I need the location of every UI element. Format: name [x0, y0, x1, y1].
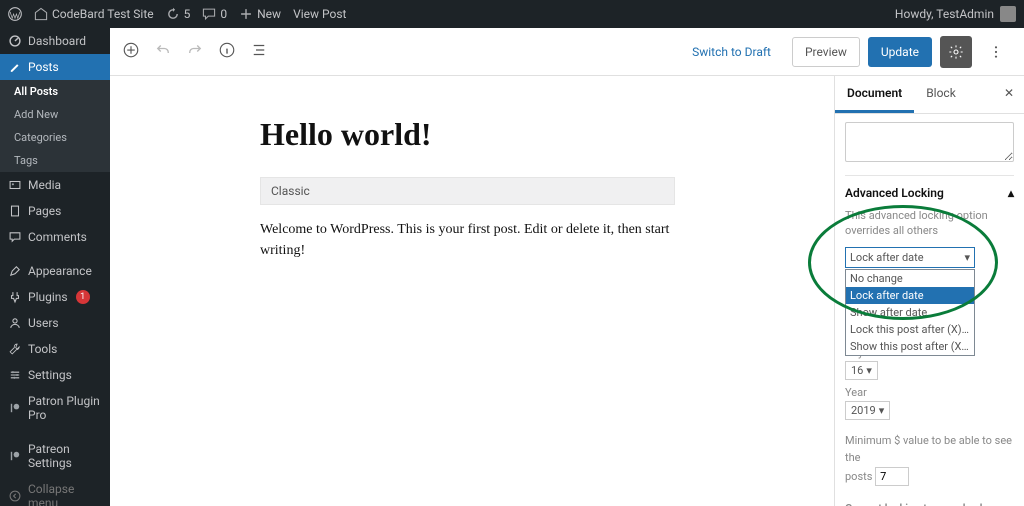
- document-panel: Document Block ✕ Advanced Locking▴ This …: [834, 76, 1024, 506]
- panel-textarea[interactable]: [845, 122, 1014, 162]
- post-body[interactable]: Welcome to WordPress. This is your first…: [260, 219, 680, 261]
- admin-sidebar: Dashboard Posts All Posts Add New Catego…: [0, 28, 110, 506]
- nav-appearance[interactable]: Appearance: [0, 258, 110, 284]
- nav-posts[interactable]: Posts: [0, 54, 110, 80]
- option-lock-after-x-days[interactable]: Lock this post after (X) days: [846, 321, 974, 338]
- nav-tools[interactable]: Tools: [0, 336, 110, 362]
- updates-link[interactable]: 5: [166, 7, 191, 21]
- editor-toolbar: Switch to Draft Preview Update: [110, 28, 1024, 76]
- outline-button[interactable]: [250, 41, 268, 63]
- nav-all-posts[interactable]: All Posts: [0, 80, 110, 103]
- locking-select[interactable]: Lock after date▾: [845, 247, 975, 268]
- tab-document[interactable]: Document: [835, 76, 914, 113]
- nav-pages[interactable]: Pages: [0, 198, 110, 224]
- current-locking-header: Current locking type and value: [845, 502, 1014, 506]
- info-button[interactable]: [218, 41, 236, 63]
- undo-button[interactable]: [154, 41, 172, 63]
- nav-patreon-settings[interactable]: Patreon Settings: [0, 436, 110, 476]
- chevron-up-icon: ▴: [1008, 186, 1014, 200]
- switch-draft-button[interactable]: Switch to Draft: [679, 37, 784, 67]
- tab-block[interactable]: Block: [914, 76, 968, 113]
- min-value-label: Minimum $ value to be able to see the: [845, 434, 1012, 465]
- new-content-link[interactable]: New: [239, 7, 281, 21]
- post-editor[interactable]: Hello world! Classic Welcome to WordPres…: [110, 76, 834, 506]
- nav-posts-submenu: All Posts Add New Categories Tags: [0, 80, 110, 172]
- advanced-locking-desc: This advanced locking option overrides a…: [845, 208, 1014, 239]
- advanced-locking-header[interactable]: Advanced Locking▴: [845, 175, 1014, 208]
- avatar[interactable]: [1000, 6, 1016, 22]
- nav-plugins[interactable]: Plugins1: [0, 284, 110, 310]
- more-options-button[interactable]: [980, 36, 1012, 68]
- admin-bar: CodeBard Test Site 5 0 New View Post How…: [0, 0, 1024, 28]
- add-block-button[interactable]: [122, 41, 140, 63]
- collapse-menu[interactable]: Collapse menu: [0, 476, 110, 506]
- nav-settings[interactable]: Settings: [0, 362, 110, 388]
- account-greeting[interactable]: Howdy, TestAdmin: [895, 7, 994, 21]
- nav-comments[interactable]: Comments: [0, 224, 110, 250]
- editor-main: Switch to Draft Preview Update Hello wor…: [110, 28, 1024, 506]
- nav-dashboard[interactable]: Dashboard: [0, 28, 110, 54]
- plugins-badge: 1: [76, 290, 90, 304]
- post-title[interactable]: Hello world!: [260, 116, 814, 153]
- option-show-after-x-days[interactable]: Show this post after (X) days: [846, 338, 974, 355]
- option-show-after-date[interactable]: Show after date: [846, 304, 974, 321]
- update-button[interactable]: Update: [868, 37, 932, 67]
- nav-tags[interactable]: Tags: [0, 149, 110, 172]
- nav-patron-plugin[interactable]: Patron Plugin Pro: [0, 388, 110, 428]
- min-value-input[interactable]: [875, 467, 909, 486]
- classic-block-label[interactable]: Classic: [260, 177, 675, 205]
- site-name-link[interactable]: CodeBard Test Site: [34, 7, 154, 21]
- nav-categories[interactable]: Categories: [0, 126, 110, 149]
- nav-add-new[interactable]: Add New: [0, 103, 110, 126]
- redo-button[interactable]: [186, 41, 204, 63]
- nav-media[interactable]: Media: [0, 172, 110, 198]
- locking-select-options: No change Lock after date Show after dat…: [845, 269, 975, 356]
- preview-button[interactable]: Preview: [792, 37, 860, 67]
- year-label: Year: [845, 386, 1014, 399]
- option-no-change[interactable]: No change: [846, 270, 974, 287]
- nav-users[interactable]: Users: [0, 310, 110, 336]
- chevron-down-icon: ▾: [964, 251, 970, 264]
- close-panel-button[interactable]: ✕: [994, 76, 1024, 113]
- settings-gear-button[interactable]: [940, 36, 972, 68]
- view-post-link[interactable]: View Post: [293, 7, 346, 21]
- day-select[interactable]: 16 ▾: [845, 361, 878, 380]
- option-lock-after-date[interactable]: Lock after date: [846, 287, 974, 304]
- year-select[interactable]: 2019 ▾: [845, 401, 890, 420]
- wp-logo[interactable]: [8, 7, 22, 21]
- comments-link[interactable]: 0: [202, 7, 227, 21]
